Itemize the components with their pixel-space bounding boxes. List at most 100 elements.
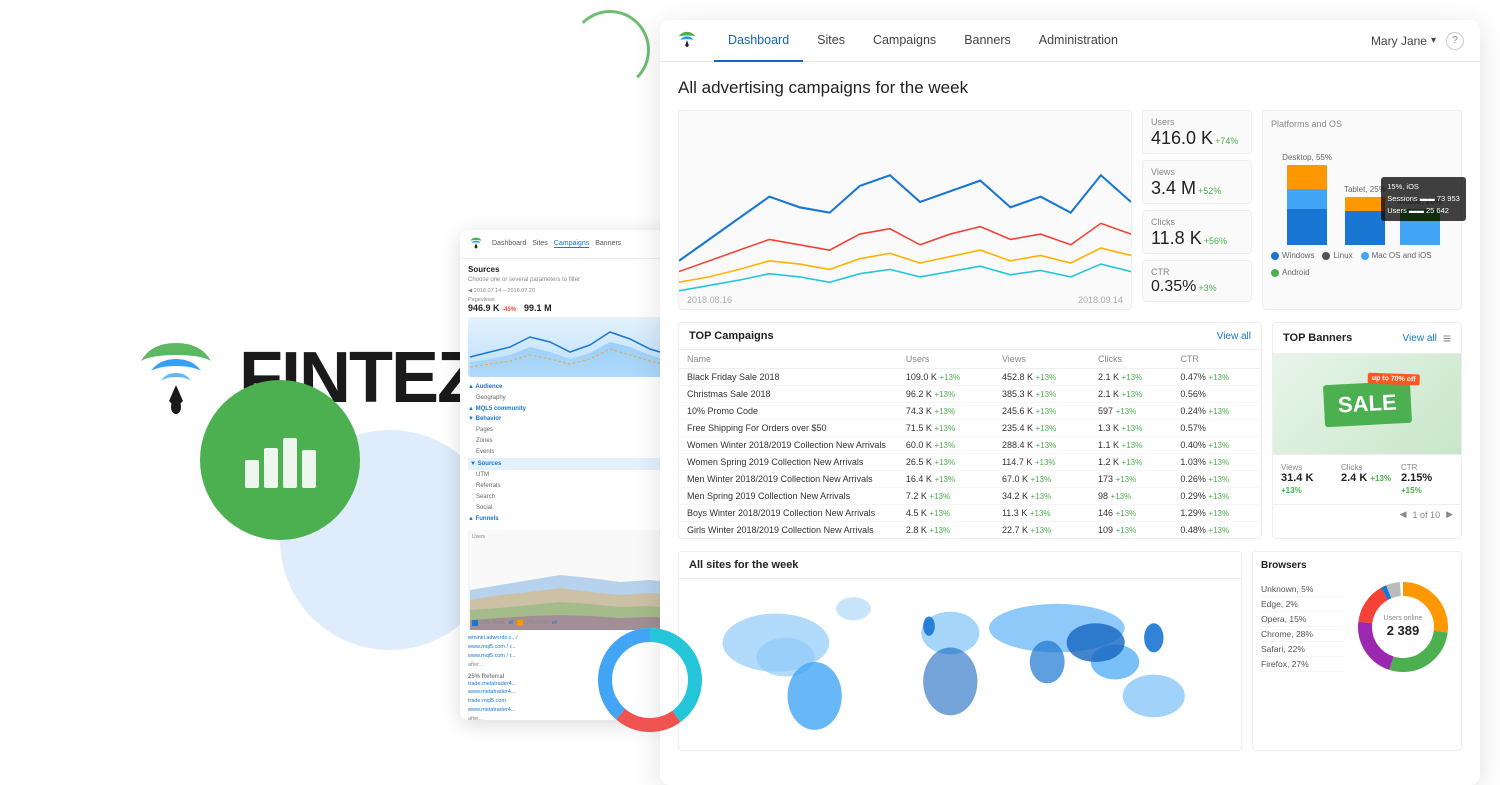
cell-views: 385.3 K +13%: [994, 386, 1090, 403]
cell-name: Black Friday Sale 2018: [679, 369, 898, 386]
campaigns-table: Name Users Views Clicks CTR Black Friday…: [679, 350, 1261, 538]
cell-clicks: 146 +13%: [1090, 505, 1172, 522]
cell-views: 452.8 K +13%: [994, 369, 1090, 386]
browsers-content: Unknown, 5% Edge, 2% Opera, 15% Chrome, …: [1261, 577, 1453, 677]
sites-title: All sites for the week: [689, 559, 798, 571]
cell-views: 114.7 K +13%: [994, 454, 1090, 471]
table-row: Free Shipping For Orders over $50 71.5 K…: [679, 420, 1261, 437]
cell-users: 16.4 K +13%: [898, 471, 994, 488]
nav-dashboard[interactable]: Dashboard: [714, 20, 803, 62]
cell-name: Girls Winter 2018/2019 Collection New Ar…: [679, 522, 898, 539]
cell-clicks: 2.1 K +13%: [1090, 369, 1172, 386]
table-row: Men Winter 2018/2019 Collection New Arri…: [679, 471, 1261, 488]
help-icon[interactable]: ?: [1446, 32, 1464, 50]
banner-clicks: Clicks 2.4 K +13%: [1341, 463, 1393, 496]
sale-badge: SALE: [1323, 381, 1412, 427]
banner-prev-icon[interactable]: ◀: [1400, 509, 1407, 520]
aw-nav-sites[interactable]: Sites: [532, 240, 548, 248]
middle-row: TOP Campaigns View all Name Users Views …: [678, 322, 1462, 539]
campaigns-header: TOP Campaigns View all: [679, 323, 1261, 350]
cell-clicks: 2.1 K +13%: [1090, 386, 1172, 403]
cell-name: Women Winter 2018/2019 Collection New Ar…: [679, 437, 898, 454]
stat-views-value: 3.4 M: [1151, 179, 1196, 197]
campaigns-panel: TOP Campaigns View all Name Users Views …: [678, 322, 1262, 539]
banner-ctr-value: 2.15% +15%: [1401, 472, 1453, 496]
cell-name: Christmas Sale 2018: [679, 386, 898, 403]
cell-views: 288.4 K +13%: [994, 437, 1090, 454]
browser-unknown: Unknown, 5%: [1261, 582, 1345, 597]
top-row: 2018.08.16 2018.09.14 Users 416.0 K +74%…: [678, 110, 1462, 310]
cell-ctr: 1.03% +13%: [1172, 454, 1261, 471]
cell-views: 235.4 K +13%: [994, 420, 1090, 437]
cell-ctr: 0.26% +13%: [1172, 471, 1261, 488]
stat-users-change: +74%: [1215, 136, 1238, 146]
stat-users: Users 416.0 K +74%: [1142, 110, 1252, 154]
col-users: Users: [898, 350, 994, 369]
browser-chrome: Chrome, 28%: [1261, 627, 1345, 642]
campaigns-view-all[interactable]: View all: [1217, 331, 1251, 342]
stat-clicks-label: Clicks: [1151, 217, 1243, 227]
banner-views-value: 31.4 K +13%: [1281, 472, 1333, 496]
cell-views: 22.7 K +13%: [994, 522, 1090, 539]
stat-clicks-change: +56%: [1204, 236, 1227, 246]
aw-header: Dashboard Sites Campaigns Banners: [460, 230, 680, 259]
aw-date-bar: ◀ 2018.07.14 – 2018.07.20 ▶: [468, 288, 672, 294]
cell-users: 96.2 K +13%: [898, 386, 994, 403]
legend-windows: Windows: [1282, 251, 1314, 260]
top-right-circle-decoration: [570, 10, 650, 90]
nav-administration[interactable]: Administration: [1025, 20, 1132, 62]
table-row: Women Spring 2019 Collection New Arrival…: [679, 454, 1261, 471]
browsers-donut: Users online 2 389: [1353, 577, 1453, 677]
browser-edge: Edge, 2%: [1261, 597, 1345, 612]
nav-campaigns[interactable]: Campaigns: [859, 20, 950, 62]
user-dropdown-icon[interactable]: ▾: [1431, 35, 1436, 46]
cell-users: 2.8 K +13%: [898, 522, 994, 539]
legend-android: Android: [1282, 268, 1310, 277]
table-row: Men Spring 2019 Collection New Arrivals …: [679, 488, 1261, 505]
cell-name: Women Spring 2019 Collection New Arrival…: [679, 454, 898, 471]
aw-nav-dashboard[interactable]: Dashboard: [492, 240, 526, 248]
banners-header: TOP Banners View all ≡: [1273, 323, 1461, 354]
banner-views: Views 31.4 K +13%: [1281, 463, 1333, 496]
cell-clicks: 98 +13%: [1090, 488, 1172, 505]
cell-name: Free Shipping For Orders over $50: [679, 420, 898, 437]
nav-logo: [676, 30, 698, 52]
banner-page-info: 1 of 10: [1413, 510, 1441, 520]
stat-views-change: +52%: [1198, 186, 1221, 196]
cell-name: Men Spring 2019 Collection New Arrivals: [679, 488, 898, 505]
nav-banners[interactable]: Banners: [950, 20, 1025, 62]
stat-users-value: 416.0 K: [1151, 129, 1213, 147]
stat-views-label: Views: [1151, 167, 1243, 177]
browsers-title: Browsers: [1261, 560, 1453, 571]
aw-nav-banners[interactable]: Banners: [595, 240, 621, 248]
stat-ctr-change: +3%: [1198, 283, 1216, 293]
stat-ctr-label: CTR: [1151, 267, 1243, 277]
donut-center: Users online 2 389: [1384, 614, 1423, 640]
user-name: Mary Jane: [1371, 34, 1427, 48]
banner-next-icon[interactable]: ▶: [1446, 509, 1453, 520]
user-badge[interactable]: Mary Jane ▾: [1371, 34, 1436, 48]
cell-clicks: 1.2 K +13%: [1090, 454, 1172, 471]
cell-clicks: 597 +13%: [1090, 403, 1172, 420]
cell-users: 109.0 K +13%: [898, 369, 994, 386]
banners-panel: TOP Banners View all ≡ SALE SALE Views 3…: [1272, 322, 1462, 539]
legend-linux: Linux: [1333, 251, 1352, 260]
cell-users: 71.5 K +13%: [898, 420, 994, 437]
banners-view-all[interactable]: View all: [1403, 333, 1437, 344]
dashboard-nav: Dashboard Sites Campaigns Banners Admini…: [660, 20, 1480, 62]
banners-menu-icon[interactable]: ≡: [1443, 330, 1451, 346]
cell-users: 74.3 K +13%: [898, 403, 994, 420]
dashboard-content: All advertising campaigns for the week 2…: [660, 62, 1480, 785]
stat-users-label: Users: [1151, 117, 1243, 127]
world-map: [679, 579, 1241, 745]
nav-sites[interactable]: Sites: [803, 20, 859, 62]
platforms-panel: Platforms and OS Desktop, 55% Tablet, 25…: [1262, 110, 1462, 310]
banner-views-label: Views: [1281, 463, 1333, 472]
aw-nav-campaigns[interactable]: Campaigns: [554, 240, 589, 248]
banners-title: TOP Banners: [1283, 332, 1352, 344]
cell-ctr: 0.56%: [1172, 386, 1261, 403]
table-row: Black Friday Sale 2018 109.0 K +13% 452.…: [679, 369, 1261, 386]
chart-end-date: 2018.09.14: [1078, 295, 1123, 305]
aw-title: Sources: [468, 265, 672, 274]
legend-macos: Mac OS and iOS: [1372, 251, 1432, 260]
